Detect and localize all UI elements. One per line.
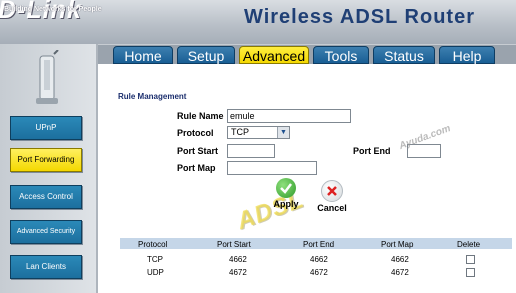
tab-home[interactable]: Home (113, 46, 173, 64)
sidebar-item-upnp[interactable]: UPnP (10, 116, 82, 140)
protocol-label: Protocol (177, 128, 214, 138)
sidebar-item-label: Advanced Security (16, 228, 76, 235)
sidebar-item-access-control[interactable]: Access Control (10, 185, 82, 209)
rule-name-label: Rule Name (177, 111, 224, 121)
rule-name-input[interactable] (227, 109, 351, 123)
chevron-down-icon: ▼ (277, 127, 289, 138)
sidebar-item-lan-clients[interactable]: Lan Clients (10, 255, 82, 279)
col-header-port-map: Port Map (381, 240, 414, 249)
tab-setup[interactable]: Setup (177, 46, 235, 64)
col-header-port-start: Port Start (217, 240, 251, 249)
col-header-port-end: Port End (303, 240, 335, 249)
section-title: Rule Management (118, 92, 187, 101)
tab-bar: Home Setup Advanced Tools Status Help (98, 44, 516, 65)
delete-checkbox[interactable] (466, 268, 475, 277)
check-icon (276, 178, 296, 198)
port-map-label: Port Map (177, 163, 216, 173)
main-content: Rule Management Rule Name Protocol TCP ▼… (98, 64, 516, 293)
cancel-label: Cancel (317, 203, 347, 213)
brand-tagline: Building Networks for People (4, 6, 102, 13)
apply-button[interactable]: Apply (270, 178, 302, 209)
cell-protocol: UDP (147, 268, 164, 277)
port-start-input[interactable] (227, 144, 275, 158)
cell-port-end: 4672 (310, 268, 328, 277)
sidebar-item-advanced-security[interactable]: Advanced Security (10, 220, 82, 244)
logo: D-Link Building Networks for People (0, 0, 110, 38)
tab-status[interactable]: Status (373, 46, 435, 64)
port-start-label: Port Start (177, 146, 219, 156)
apply-label: Apply (273, 199, 299, 209)
sidebar-item-label: Access Control (19, 192, 73, 201)
tab-advanced[interactable]: Advanced (239, 46, 309, 64)
tab-help[interactable]: Help (439, 46, 495, 64)
col-header-protocol: Protocol (138, 240, 168, 249)
tab-tools[interactable]: Tools (313, 46, 369, 64)
router-device-icon (36, 50, 59, 104)
col-header-delete: Delete (457, 240, 481, 249)
sidebar: UPnP Port Forwarding Access Control Adva… (0, 44, 98, 293)
port-end-label: Port End (353, 146, 391, 156)
port-map-input[interactable] (227, 161, 317, 175)
cell-port-map: 4662 (391, 255, 409, 264)
header-bar: D-Link Building Networks for People Wire… (0, 0, 516, 44)
cell-port-start: 4672 (229, 268, 247, 277)
cancel-button[interactable]: Cancel (314, 180, 350, 213)
close-icon (321, 180, 343, 202)
cell-port-map: 4672 (391, 268, 409, 277)
cell-port-start: 4662 (229, 255, 247, 264)
sidebar-item-label: UPnP (35, 123, 57, 132)
cell-protocol: TCP (147, 255, 163, 264)
sidebar-item-label: Lan Clients (25, 262, 67, 271)
product-title: Wireless ADSL Router (244, 6, 475, 28)
sidebar-item-label: Port Forwarding (17, 155, 75, 164)
sidebar-item-port-forwarding[interactable]: Port Forwarding (10, 148, 82, 172)
delete-checkbox[interactable] (466, 255, 475, 264)
protocol-selected-value: TCP (231, 127, 249, 137)
cell-port-end: 4662 (310, 255, 328, 264)
protocol-select[interactable]: TCP ▼ (227, 126, 290, 139)
